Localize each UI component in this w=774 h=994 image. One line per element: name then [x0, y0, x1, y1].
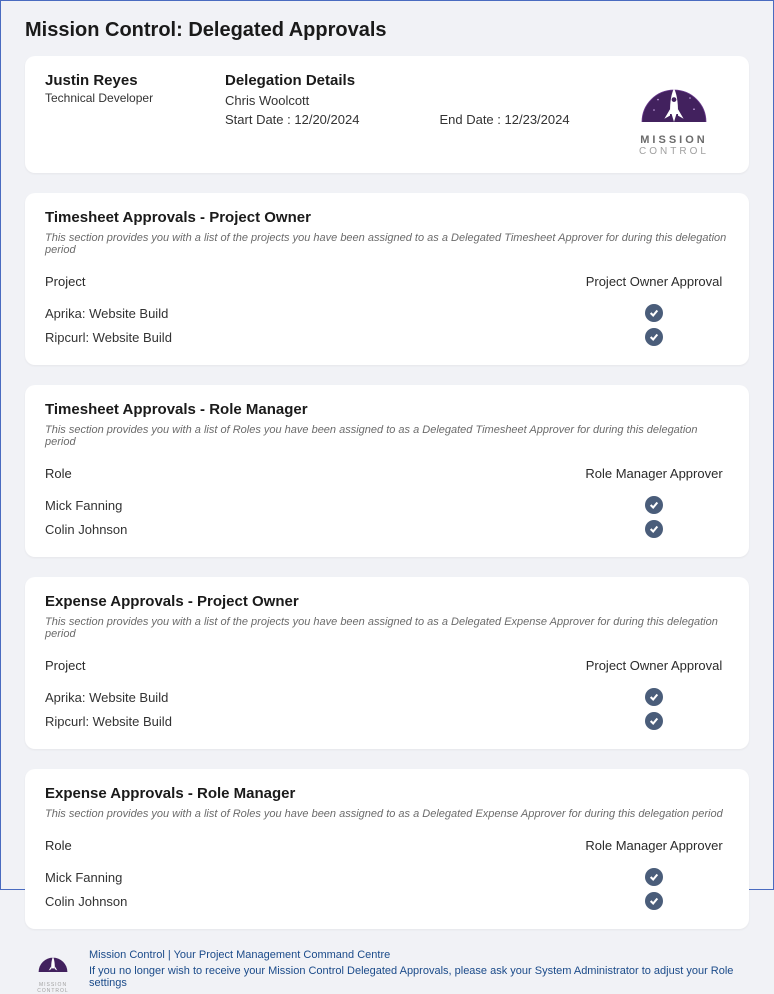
date-row: Start Date : 12/20/2024 End Date : 12/23… [225, 112, 589, 127]
col-approval: Project Owner Approval [579, 658, 729, 673]
table-row: Mick Fanning [45, 493, 729, 517]
check-icon [645, 520, 663, 538]
section-desc: This section provides you with a list of… [45, 616, 729, 640]
row-name: Ripcurl: Website Build [45, 714, 172, 729]
timesheet-role-manager-card: Timesheet Approvals - Role Manager This … [25, 385, 749, 557]
section-desc: This section provides you with a list of… [45, 808, 729, 820]
row-name: Mick Fanning [45, 870, 122, 885]
header-card: Justin Reyes Technical Developer Delegat… [25, 56, 749, 173]
end-date: End Date : 12/23/2024 [439, 112, 569, 127]
row-approval [579, 712, 729, 730]
mission-control-logo: MISSION CONTROL [619, 72, 729, 157]
delegation-heading: Delegation Details [225, 72, 589, 89]
row-approval [579, 304, 729, 322]
table-row: Mick Fanning [45, 865, 729, 889]
start-date: Start Date : 12/20/2024 [225, 112, 359, 127]
footer-line2: If you no longer wish to receive your Mi… [89, 965, 743, 989]
table-row: Aprika: Website Build [45, 301, 729, 325]
footer-text: Mission Control | Your Project Managemen… [89, 949, 743, 989]
footer-logo: MISSION CONTROL [31, 949, 75, 994]
footer-logo-text2: CONTROL [31, 988, 75, 994]
check-icon [645, 712, 663, 730]
table-head: Role Role Manager Approver [45, 838, 729, 853]
expense-role-manager-card: Expense Approvals - Role Manager This se… [25, 769, 749, 929]
section-desc: This section provides you with a list of… [45, 424, 729, 448]
table-row: Ripcurl: Website Build [45, 325, 729, 349]
delegate-name: Chris Woolcott [225, 93, 589, 108]
footer: MISSION CONTROL Mission Control | Your P… [25, 949, 749, 994]
col-project: Project [45, 658, 85, 673]
logo-text-mission: MISSION [640, 134, 707, 146]
row-name: Aprika: Website Build [45, 690, 168, 705]
table-head: Project Project Owner Approval [45, 274, 729, 289]
user-column: Justin Reyes Technical Developer [45, 72, 195, 105]
logo-text-control: CONTROL [639, 146, 709, 157]
row-approval [579, 868, 729, 886]
row-name: Aprika: Website Build [45, 306, 168, 321]
row-name: Ripcurl: Website Build [45, 330, 172, 345]
user-title: Technical Developer [45, 91, 195, 105]
col-approval: Project Owner Approval [579, 274, 729, 289]
table-head: Project Project Owner Approval [45, 658, 729, 673]
check-icon [645, 868, 663, 886]
row-name: Colin Johnson [45, 894, 127, 909]
row-approval [579, 688, 729, 706]
table-row: Colin Johnson [45, 517, 729, 541]
check-icon [645, 496, 663, 514]
col-project: Project [45, 274, 85, 289]
row-approval [579, 496, 729, 514]
section-title: Expense Approvals - Role Manager [45, 785, 729, 802]
check-icon [645, 892, 663, 910]
section-desc: This section provides you with a list of… [45, 232, 729, 256]
check-icon [645, 304, 663, 322]
page-title: Mission Control: Delegated Approvals [25, 19, 749, 42]
section-title: Timesheet Approvals - Project Owner [45, 209, 729, 226]
check-icon [645, 688, 663, 706]
rocket-logo-icon [634, 72, 714, 132]
col-approval: Role Manager Approver [579, 466, 729, 481]
row-approval [579, 520, 729, 538]
delegation-column: Delegation Details Chris Woolcott Start … [225, 72, 589, 127]
user-name: Justin Reyes [45, 72, 195, 89]
footer-line1: Mission Control | Your Project Managemen… [89, 949, 743, 961]
col-approval: Role Manager Approver [579, 838, 729, 853]
table-row: Aprika: Website Build [45, 685, 729, 709]
col-role: Role [45, 466, 72, 481]
row-approval [579, 328, 729, 346]
section-title: Timesheet Approvals - Role Manager [45, 401, 729, 418]
timesheet-project-owner-card: Timesheet Approvals - Project Owner This… [25, 193, 749, 365]
check-icon [645, 328, 663, 346]
table-row: Colin Johnson [45, 889, 729, 913]
rocket-logo-icon [35, 949, 71, 977]
row-name: Mick Fanning [45, 498, 122, 513]
expense-project-owner-card: Expense Approvals - Project Owner This s… [25, 577, 749, 749]
col-role: Role [45, 838, 72, 853]
table-row: Ripcurl: Website Build [45, 709, 729, 733]
row-name: Colin Johnson [45, 522, 127, 537]
logo-column: MISSION CONTROL [619, 72, 729, 157]
section-title: Expense Approvals - Project Owner [45, 593, 729, 610]
row-approval [579, 892, 729, 910]
table-head: Role Role Manager Approver [45, 466, 729, 481]
